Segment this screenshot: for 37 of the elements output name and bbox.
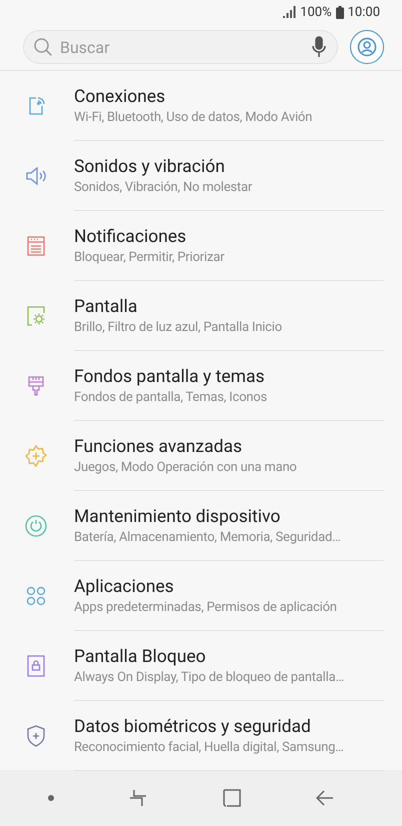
- setting-title[interactable]: Funciones avanzadas: [74, 436, 242, 456]
- home-icon[interactable]: [222, 789, 241, 807]
- signal-icon: [282, 6, 296, 18]
- app-grid-icon: [24, 584, 48, 608]
- setting-subtitle: Brillo, Filtro de luz azul, Pantalla Inicio: [74, 320, 282, 334]
- setting-title[interactable]: Conexiones: [74, 86, 166, 106]
- search-field[interactable]: Buscar: [23, 30, 338, 64]
- microphone-icon[interactable]: [312, 36, 326, 58]
- setting-subtitle: Sonidos, Vibración, No molestar: [74, 180, 252, 194]
- speaker-icon: [24, 164, 48, 188]
- setting-title[interactable]: Pantalla: [74, 296, 138, 316]
- recent-apps-icon[interactable]: [129, 789, 148, 807]
- setting-title[interactable]: Mantenimiento dispositivo: [74, 506, 280, 526]
- setting-subtitle: Always On Display, Tipo de bloqueo de pantalla…: [74, 670, 344, 684]
- setting-title[interactable]: Sonidos y vibración: [74, 156, 225, 176]
- back-icon[interactable]: [316, 790, 334, 806]
- setting-subtitle: Wi-Fi, Bluetooth, Uso de datos, Modo Avión: [74, 110, 312, 124]
- profile-button[interactable]: [350, 30, 384, 64]
- setting-title[interactable]: Fondos pantalla y temas: [74, 366, 265, 386]
- dot-icon: [48, 795, 54, 801]
- setting-title[interactable]: Pantalla Bloqueo: [74, 646, 206, 666]
- setting-title[interactable]: Datos biométricos y seguridad: [74, 716, 311, 736]
- setting-subtitle: Fondos de pantalla, Temas, Iconos: [74, 390, 268, 404]
- setting-subtitle: Bloquear, Permitir, Priorizar: [74, 250, 224, 264]
- setting-subtitle: Juegos, Modo Operación con una mano: [74, 460, 297, 474]
- battery-percentage: 100%: [300, 4, 332, 20]
- search-icon: [33, 37, 53, 57]
- setting-subtitle: Batería, Almacenamiento, Memoria, Seguridad…: [74, 530, 341, 544]
- profile-icon: [357, 37, 377, 57]
- setting-subtitle: Apps predeterminadas, Permisos de aplicación: [74, 600, 337, 614]
- power-circle-icon: [24, 514, 48, 538]
- setting-title[interactable]: Aplicaciones: [74, 576, 174, 596]
- gear-plus-icon: [24, 444, 48, 468]
- battery-icon: [336, 6, 344, 18]
- setting-subtitle: Reconocimiento facial, Huella digital, Samsung…: [74, 740, 344, 754]
- clock: 10:00: [348, 4, 380, 20]
- setting-title[interactable]: Notificaciones: [74, 226, 186, 246]
